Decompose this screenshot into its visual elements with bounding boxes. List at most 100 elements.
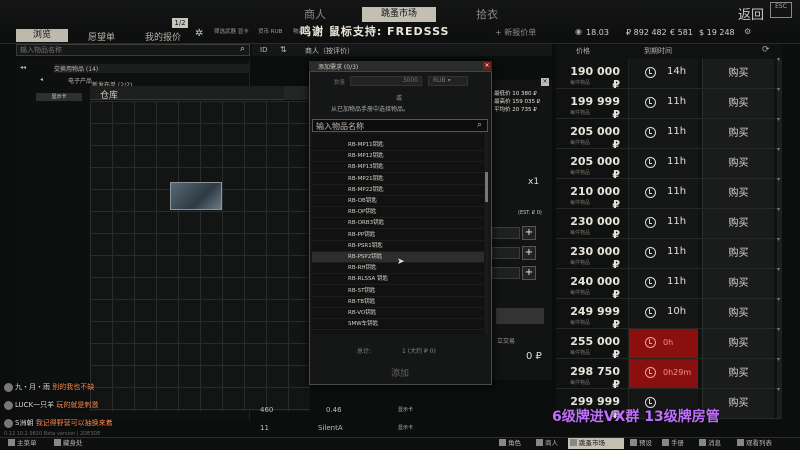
row-expand-icon[interactable] <box>777 326 782 358</box>
item-list-entry[interactable]: RB-OP钥匙 <box>312 207 484 219</box>
taskbar-hideout[interactable]: 藏身处 <box>52 438 83 449</box>
price-input[interactable] <box>492 267 520 279</box>
row-expand-icon[interactable] <box>777 296 782 328</box>
item-list-entry[interactable]: SMW车钥匙 <box>312 319 484 331</box>
tab-flea-market[interactable]: 跳蚤市场 <box>362 7 436 22</box>
listing-row-stub[interactable] <box>252 60 308 72</box>
taskbar-traders[interactable]: 商人 <box>534 438 558 449</box>
taskbar-flea-market[interactable]: 跳蚤市场 <box>568 438 624 449</box>
col-trader[interactable]: 商人（按评价） <box>305 46 354 56</box>
buy-button[interactable]: 购买 <box>702 119 774 148</box>
row-expand-icon[interactable] <box>777 176 782 208</box>
expand-icon[interactable]: ◂◂ <box>20 64 26 71</box>
return-button[interactable]: 返回 <box>738 4 764 23</box>
item-list-entry[interactable]: RB-RLSSA 钥匙 <box>312 274 484 286</box>
offer-row[interactable]: 298 750 ₽ 每件物品 0h29m 购买 <box>556 356 782 391</box>
dialog-close-icon[interactable]: × <box>483 62 491 70</box>
price-input[interactable] <box>492 227 520 239</box>
requirement-slot[interactable] <box>496 308 544 324</box>
row-expand-icon[interactable] <box>777 56 782 88</box>
row-expand-icon[interactable] <box>777 116 782 148</box>
close-icon[interactable]: × <box>541 78 549 86</box>
offer-row[interactable]: 230 000 ₽ 每件物品 11h 购买 <box>556 236 782 271</box>
add-offer-button[interactable]: + 新报价单 <box>495 27 536 38</box>
offer-row[interactable]: 199 999 ₽ 每件物品 11h 购买 <box>556 86 782 121</box>
row-expand-icon[interactable] <box>777 206 782 238</box>
item-list-entry[interactable]: RB-OB钥匙 <box>312 196 484 207</box>
stash-grid[interactable] <box>90 101 310 411</box>
buy-button[interactable]: 购买 <box>702 329 774 358</box>
offer-row[interactable]: 190 000 ₽ 每件物品 14h 购买 <box>556 56 782 91</box>
col-price[interactable]: 价格 <box>576 46 590 56</box>
category-barter[interactable]: 交换用物品 (14) <box>54 64 250 73</box>
offer-row[interactable]: 230 000 ₽ 每件物品 11h 购买 <box>556 206 782 241</box>
buy-button[interactable]: 购买 <box>702 179 774 208</box>
add-icon[interactable]: + <box>522 226 536 240</box>
subtab-browse[interactable]: 浏览 <box>16 29 68 42</box>
offer-row[interactable]: 205 000 ₽ 每件物品 11h 购买 <box>556 146 782 181</box>
add-icon[interactable]: + <box>522 246 536 260</box>
add-icon[interactable]: + <box>522 266 536 280</box>
item-list-scrollbar[interactable] <box>485 134 488 334</box>
item-list-entry[interactable]: RB-ST钥匙 <box>312 286 484 297</box>
item-list-entry[interactable]: RB-MP11钥匙 <box>312 140 484 151</box>
offer-row[interactable]: 210 000 ₽ 每件物品 11h 购买 <box>556 176 782 211</box>
buy-button[interactable]: 购买 <box>702 209 774 238</box>
price-input[interactable] <box>492 247 520 259</box>
gear-icon[interactable]: ✲ <box>195 28 203 39</box>
item-list-entry[interactable]: RB-MP13钥匙 <box>312 162 484 174</box>
settings-icon[interactable]: ⚙ <box>744 27 751 36</box>
subtab-my-offers[interactable]: 我的报价 <box>145 30 181 43</box>
buy-button[interactable]: 购买 <box>702 59 774 88</box>
add-button[interactable]: 添加 <box>370 366 430 382</box>
stash-filter-toggle[interactable] <box>284 86 308 100</box>
listing-row[interactable]: 11 SilentA 显示卡 <box>252 424 552 436</box>
filter-currency[interactable]: 货币 RUB <box>258 27 282 35</box>
quantity-field[interactable]: 3000 <box>350 76 422 86</box>
currency-select[interactable]: RUB ▾ <box>428 76 468 86</box>
sort-icon[interactable]: ⇅ <box>280 45 287 54</box>
col-expiry[interactable]: 到期时间 <box>644 46 672 56</box>
item-list-entry[interactable]: RB-TB钥匙 <box>312 297 484 308</box>
row-expand-icon[interactable] <box>777 86 782 118</box>
buy-button[interactable]: 购买 <box>702 239 774 268</box>
offer-row[interactable]: 205 000 ₽ 每件物品 11h 购买 <box>556 116 782 151</box>
offer-row[interactable]: 255 000 ₽ 每件物品 0h 购买 <box>556 326 782 361</box>
item-list-entry[interactable]: RB-PP钥匙 <box>312 230 484 241</box>
scrollbar-thumb[interactable] <box>485 172 488 202</box>
listing-row-stub[interactable] <box>252 72 308 84</box>
taskbar-handbook[interactable]: 手册 <box>660 438 684 449</box>
row-expand-icon[interactable] <box>777 386 782 418</box>
taskbar-messages[interactable]: 消息 <box>697 438 721 449</box>
taskbar-watchlist[interactable]: 观看列表 <box>735 438 772 449</box>
buy-button[interactable]: 购买 <box>702 89 774 118</box>
taskbar-character[interactable]: 角色 <box>497 438 521 449</box>
category-search[interactable] <box>16 44 250 56</box>
category-electronics[interactable]: 电子产品 <box>68 76 92 85</box>
item-list-entry[interactable]: RB-VO钥匙 <box>312 308 484 319</box>
row-expand-icon[interactable] <box>777 146 782 178</box>
category-search-input[interactable] <box>17 45 227 55</box>
escape-key-icon[interactable]: ESC <box>770 2 792 18</box>
buy-button[interactable]: 购买 <box>702 359 774 388</box>
buy-button[interactable]: 购买 <box>702 299 774 328</box>
item-list-entry[interactable]: RB-MP22钥匙 <box>312 185 484 196</box>
buy-button[interactable]: 购买 <box>702 149 774 178</box>
item-list-entry[interactable]: RB-PSR1钥匙 <box>312 241 484 252</box>
col-id[interactable]: ID <box>260 46 267 54</box>
taskbar-main-menu[interactable]: 主菜单 <box>6 438 37 449</box>
chevron-icon[interactable]: ◂ <box>40 76 43 83</box>
row-expand-icon[interactable] <box>777 356 782 388</box>
nav-trader[interactable]: 商人 <box>304 6 326 22</box>
item-list-entry[interactable]: RB-MP12钥匙 <box>312 151 484 163</box>
item-list-entry[interactable]: RB-MP21钥匙 <box>312 174 484 185</box>
listing-row[interactable]: 460 0.46 显示卡 <box>252 406 552 418</box>
graphics-card-item[interactable] <box>170 182 222 210</box>
nav-handbook[interactable]: 拾衣 <box>476 6 498 22</box>
search-icon[interactable]: ⌕ <box>240 44 245 54</box>
subtab-wishlist[interactable]: 愿望单 <box>88 30 115 43</box>
offer-row[interactable]: 249 999 ₽ 每件物品 10h 购买 <box>556 296 782 331</box>
search-icon[interactable]: ⌕ <box>477 120 482 130</box>
taskbar-presets[interactable]: 预设 <box>628 438 652 449</box>
row-expand-icon[interactable] <box>777 266 782 298</box>
